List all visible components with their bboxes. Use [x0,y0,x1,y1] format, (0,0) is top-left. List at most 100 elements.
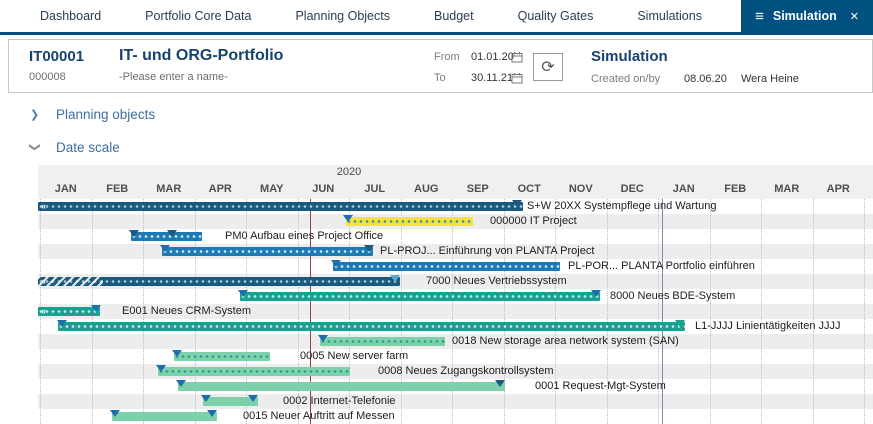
refresh-icon: ⟳ [541,57,554,77]
refresh-button[interactable]: ⟳ [533,53,563,81]
tab-bar: DashboardPortfolio Core DataPlanning Obj… [0,0,873,32]
milestone-marker-icon[interactable] [248,395,258,402]
month-label: APR [813,181,865,197]
gantt-bar[interactable] [320,337,445,346]
gantt-row: 0008 Neues Zugangskontrollsystem [0,364,873,379]
month-gridline [710,199,711,424]
close-icon[interactable]: ✕ [850,10,859,23]
milestone-marker-icon[interactable] [390,275,400,282]
gantt-row: 0018 New storage area network system (SA… [0,334,873,349]
milestone-marker-icon[interactable] [364,245,374,252]
portfolio-id: IT00001 [29,48,84,65]
bar-label: L1-JJJJ Linientätigkeiten JJJJ [695,319,841,334]
milestone-marker-icon[interactable] [160,245,170,252]
tab-budget[interactable]: Budget [412,0,496,32]
milestone-marker-icon[interactable] [238,290,248,297]
milestone-marker-icon[interactable] [167,230,177,237]
gantt-bar[interactable]: « [38,277,400,286]
menu-icon[interactable]: ≡ [755,8,764,25]
gantt-bar[interactable]: « [38,202,523,211]
from-date-field[interactable]: 01.01.20 [471,51,514,63]
tab-simulations[interactable]: Simulations [615,0,724,32]
milestone-marker-icon[interactable] [591,290,601,297]
month-gridline [813,199,814,424]
gantt-bar[interactable] [112,412,217,421]
bar-label: 0005 New server farm [300,349,408,364]
gantt-row: 0002 Internet-Telefonie [0,394,873,409]
from-label: From [434,51,460,63]
milestone-marker-icon[interactable] [91,305,101,312]
gantt-bar[interactable] [58,322,685,331]
bar-label: PM0 Aufbau eines Project Office [225,229,383,244]
year-label: 2020 [299,166,399,178]
month-label: APR [195,181,247,197]
milestone-marker-icon[interactable] [343,215,353,222]
gantt-row: L1-JJJJ Linientätigkeiten JJJJ [0,319,873,334]
simulation-name-field[interactable]: -Please enter a name- [119,71,228,83]
month-label: AUG [401,181,453,197]
section-planning-objects[interactable]: ❯ Planning objects [30,107,155,122]
planning-objects-label: Planning objects [56,107,155,122]
milestone-marker-icon[interactable] [331,260,341,267]
simulation-title: Simulation [591,48,668,65]
milestone-marker-icon[interactable] [57,320,67,327]
gantt-bar[interactable] [346,217,473,226]
active-tab-label: Simulation [773,9,837,23]
created-label: Created on/by [591,73,660,85]
created-date: 08.06.20 [684,73,727,85]
milestone-marker-icon[interactable] [176,380,186,387]
milestone-marker-icon[interactable] [207,410,217,417]
gantt-row: 8000 Neues BDE-System [0,289,873,304]
milestone-marker-icon[interactable] [201,395,211,402]
to-date-field[interactable]: 30.11.21 [471,72,513,84]
gantt-bar[interactable] [240,292,600,301]
milestone-marker-icon[interactable] [172,350,182,357]
calendar-icon-from[interactable] [511,50,523,68]
section-date-scale[interactable]: ❯ Date scale [30,140,120,155]
scroll-back-icon[interactable]: « [41,304,45,318]
month-label: FEB [710,181,762,197]
chevron-right-icon[interactable]: ❯ [30,108,40,121]
tab-dashboard[interactable]: Dashboard [0,0,123,32]
hatch-pattern [38,277,103,286]
month-label: SEP [452,181,504,197]
month-label: NOV [555,181,607,197]
gantt-rows: « S+W 20XX Systempflege und Wartung000000… [0,199,873,424]
milestone-marker-icon[interactable] [495,380,505,387]
month-label: OCT [504,181,556,197]
milestone-marker-icon[interactable] [129,230,139,237]
gantt-bar[interactable] [158,367,350,376]
milestone-marker-icon[interactable] [156,365,166,372]
month-label: FEB [92,181,144,197]
milestone-marker-icon[interactable] [675,320,685,327]
tab-planning-objects[interactable]: Planning Objects [273,0,412,32]
scroll-back-icon[interactable]: « [41,199,45,213]
bar-label: 0001 Request-Mgt-System [535,379,666,394]
bar-label: 000000 IT Project [490,214,577,229]
bar-label: PL-POR... PLANTA Portfolio einführen [568,259,755,274]
bar-label: 0008 Neues Zugangskontrollsystem [378,364,553,379]
bar-label: 8000 Neues BDE-System [610,289,735,304]
bar-label: 0015 Neuer Auftritt auf Messen [243,409,395,424]
gantt-bar[interactable] [178,382,505,391]
gantt-bar[interactable] [162,247,373,256]
gantt-row: PL-PROJ... Einführung von PLANTA Project [0,244,873,259]
tab-portfolio-core-data[interactable]: Portfolio Core Data [123,0,273,32]
month-gridline [761,199,762,424]
simulation-id: 000008 [29,71,66,83]
month-label: JUN [298,181,350,197]
milestone-marker-icon[interactable] [318,335,328,342]
tab-simulation-active[interactable]: ≡ Simulation ✕ [741,0,873,32]
calendar-icon-to[interactable] [511,71,523,89]
bar-label: 7000 Neues Vertriebssystem [426,274,567,289]
gantt-bar[interactable] [174,352,270,361]
month-label: JAN [40,181,92,197]
milestone-marker-icon[interactable] [512,200,522,207]
scroll-back-icon[interactable]: « [41,274,45,288]
tab-quality-gates[interactable]: Quality Gates [496,0,616,32]
month-label: MAR [761,181,813,197]
gantt-bar[interactable] [333,262,560,271]
milestone-marker-icon[interactable] [110,410,120,417]
bar-label: S+W 20XX Systempflege und Wartung [527,199,716,214]
chevron-down-icon[interactable]: ❯ [29,143,42,153]
